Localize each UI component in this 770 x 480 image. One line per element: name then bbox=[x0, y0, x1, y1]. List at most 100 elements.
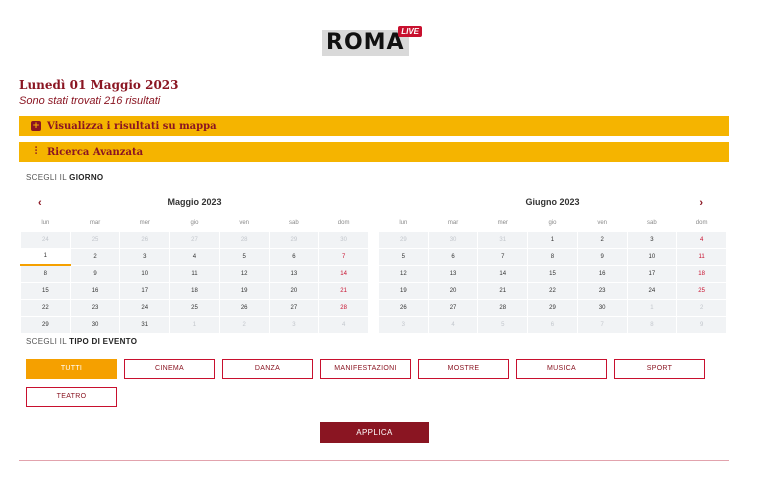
calendar-day[interactable]: 21 bbox=[477, 281, 529, 300]
calendar-day[interactable]: 17 bbox=[119, 281, 171, 300]
calendar-day[interactable]: 27 bbox=[268, 298, 320, 317]
calendar-day[interactable]: 20 bbox=[427, 281, 479, 300]
calendar-day[interactable]: 29 bbox=[20, 315, 71, 334]
calendar-day[interactable]: 3 bbox=[119, 247, 171, 266]
calendar-day[interactable]: 13 bbox=[268, 264, 320, 283]
calendar-day-outside: 6 bbox=[527, 315, 578, 334]
weekday-header: sab bbox=[289, 219, 299, 226]
calendar-day[interactable]: 14 bbox=[477, 264, 529, 283]
calendar-day[interactable]: 2 bbox=[69, 247, 121, 266]
calendar-day[interactable]: 7 bbox=[318, 247, 369, 266]
roma-live-logo[interactable]: ROMA LIVE bbox=[322, 26, 422, 56]
calendar-day[interactable]: 1 bbox=[527, 230, 578, 249]
calendar-day[interactable]: 30 bbox=[576, 298, 628, 317]
calendar-day[interactable]: 10 bbox=[626, 247, 678, 266]
calendar-week-row: 12 13 14 15 16 17 18 bbox=[378, 264, 727, 283]
calendar-day[interactable]: 9 bbox=[576, 247, 628, 266]
calendar-day[interactable]: 19 bbox=[378, 281, 429, 300]
calendar-day[interactable]: 30 bbox=[69, 315, 121, 334]
calendar-day-outside: 27 bbox=[169, 230, 220, 249]
calendar-day[interactable]: 6 bbox=[427, 247, 479, 266]
calendar-day[interactable]: 3 bbox=[626, 230, 678, 249]
advanced-search-bar[interactable]: ⫶ Ricerca Avanzata bbox=[19, 142, 729, 162]
calendar-day-outside: 2 bbox=[676, 298, 727, 317]
calendar-day[interactable]: 18 bbox=[676, 264, 727, 283]
calendar-day[interactable]: 26 bbox=[218, 298, 270, 317]
calendar-day-outside: 9 bbox=[676, 315, 727, 334]
calendar-day[interactable]: 24 bbox=[626, 281, 678, 300]
calendar-day[interactable]: 18 bbox=[169, 281, 220, 300]
calendar-day[interactable]: 13 bbox=[427, 264, 479, 283]
show-map-bar[interactable]: + Visualizza i risultati su mappa bbox=[19, 116, 729, 136]
calendar-day[interactable]: 16 bbox=[576, 264, 628, 283]
calendar-day[interactable]: 15 bbox=[20, 281, 71, 300]
calendar-day[interactable]: 16 bbox=[69, 281, 121, 300]
calendar-day[interactable]: 10 bbox=[119, 264, 171, 283]
calendar-day[interactable]: 6 bbox=[268, 247, 320, 266]
filter-sport-button[interactable]: SPORT bbox=[614, 359, 705, 379]
calendar-day[interactable]: 14 bbox=[318, 264, 369, 283]
calendar-day[interactable]: 22 bbox=[527, 281, 578, 300]
calendar-day-outside: 30 bbox=[427, 230, 479, 249]
results-count: Sono stati trovati 216 risultati bbox=[19, 95, 161, 107]
calendar-day[interactable]: 4 bbox=[676, 230, 727, 249]
calendar-day[interactable]: 2 bbox=[576, 230, 628, 249]
calendar-day-outside: 26 bbox=[119, 230, 171, 249]
weekday-header: mar bbox=[447, 219, 459, 226]
calendar-day[interactable]: 17 bbox=[626, 264, 678, 283]
calendar-day-outside: 4 bbox=[318, 315, 369, 334]
filter-musica-button[interactable]: MUSICA bbox=[516, 359, 607, 379]
apply-button[interactable]: APPLICA bbox=[320, 422, 429, 443]
plus-icon: + bbox=[31, 121, 41, 131]
calendar-day[interactable]: 12 bbox=[218, 264, 270, 283]
calendar-day[interactable]: 11 bbox=[169, 264, 220, 283]
calendar-day[interactable]: 23 bbox=[69, 298, 121, 317]
calendar-day[interactable]: 29 bbox=[527, 298, 578, 317]
calendar-day[interactable]: 28 bbox=[318, 298, 369, 317]
event-type-section-label: SCEGLI IL TIPO DI EVENTO bbox=[26, 337, 138, 346]
calendar-day-outside: 3 bbox=[378, 315, 429, 334]
page-title: Lunedì 01 Maggio 2023 bbox=[19, 78, 179, 92]
calendar-day-outside: 8 bbox=[626, 315, 678, 334]
filter-cinema-button[interactable]: CINEMA bbox=[124, 359, 215, 379]
calendar-day[interactable]: 25 bbox=[676, 281, 727, 300]
calendar-day[interactable]: 31 bbox=[119, 315, 171, 334]
calendar-day[interactable]: 19 bbox=[218, 281, 270, 300]
calendar-week-row: 3456789 bbox=[378, 315, 727, 334]
calendar-day[interactable]: 8 bbox=[527, 247, 578, 266]
calendar-day[interactable]: 5 bbox=[378, 247, 429, 266]
filter-teatro-button[interactable]: TEATRO bbox=[26, 387, 117, 407]
calendar-week-row: 19 20 21 22 23 24 25 bbox=[378, 281, 727, 300]
prev-month-icon[interactable]: ‹ bbox=[38, 197, 42, 209]
calendar-day-selected[interactable]: 1 bbox=[20, 247, 71, 266]
calendar-week-row: 24 25 26 27 28 29 30 bbox=[20, 230, 369, 249]
bottom-divider bbox=[19, 460, 729, 461]
calendar-day[interactable]: 24 bbox=[119, 298, 171, 317]
calendar-day[interactable]: 12 bbox=[378, 264, 429, 283]
filter-danza-button[interactable]: DANZA bbox=[222, 359, 313, 379]
calendar-day[interactable]: 9 bbox=[69, 264, 121, 283]
day-section-label: SCEGLI IL GIORNO bbox=[26, 173, 104, 182]
next-month-icon[interactable]: › bbox=[699, 197, 703, 209]
calendar-day[interactable]: 25 bbox=[169, 298, 220, 317]
calendar-day[interactable]: 5 bbox=[218, 247, 270, 266]
sliders-icon: ⫶ bbox=[34, 146, 38, 157]
calendar-day[interactable]: 26 bbox=[378, 298, 429, 317]
calendar-day[interactable]: 8 bbox=[20, 264, 71, 283]
calendar-week-row: 5 6 7 8 9 10 11 bbox=[378, 247, 727, 266]
calendar-day[interactable]: 22 bbox=[20, 298, 71, 317]
calendar-day[interactable]: 21 bbox=[318, 281, 369, 300]
calendar-day[interactable]: 28 bbox=[477, 298, 529, 317]
calendar-day[interactable]: 23 bbox=[576, 281, 628, 300]
weekday-header: mer bbox=[497, 219, 508, 226]
filter-mostre-button[interactable]: MOSTRE bbox=[418, 359, 509, 379]
filter-manifestazioni-button[interactable]: MANIFESTAZIONI bbox=[320, 359, 411, 379]
calendar-day[interactable]: 15 bbox=[527, 264, 578, 283]
calendar-day[interactable]: 4 bbox=[169, 247, 220, 266]
calendar-day[interactable]: 7 bbox=[477, 247, 529, 266]
calendar-may: ‹ Maggio 2023 lun mar mer gio ven sab dom 24 25 2… bbox=[20, 197, 369, 334]
calendar-day[interactable]: 27 bbox=[427, 298, 479, 317]
calendar-day[interactable]: 20 bbox=[268, 281, 320, 300]
filter-tutti-button[interactable]: TUTTI bbox=[26, 359, 117, 379]
calendar-day[interactable]: 11 bbox=[676, 247, 727, 266]
